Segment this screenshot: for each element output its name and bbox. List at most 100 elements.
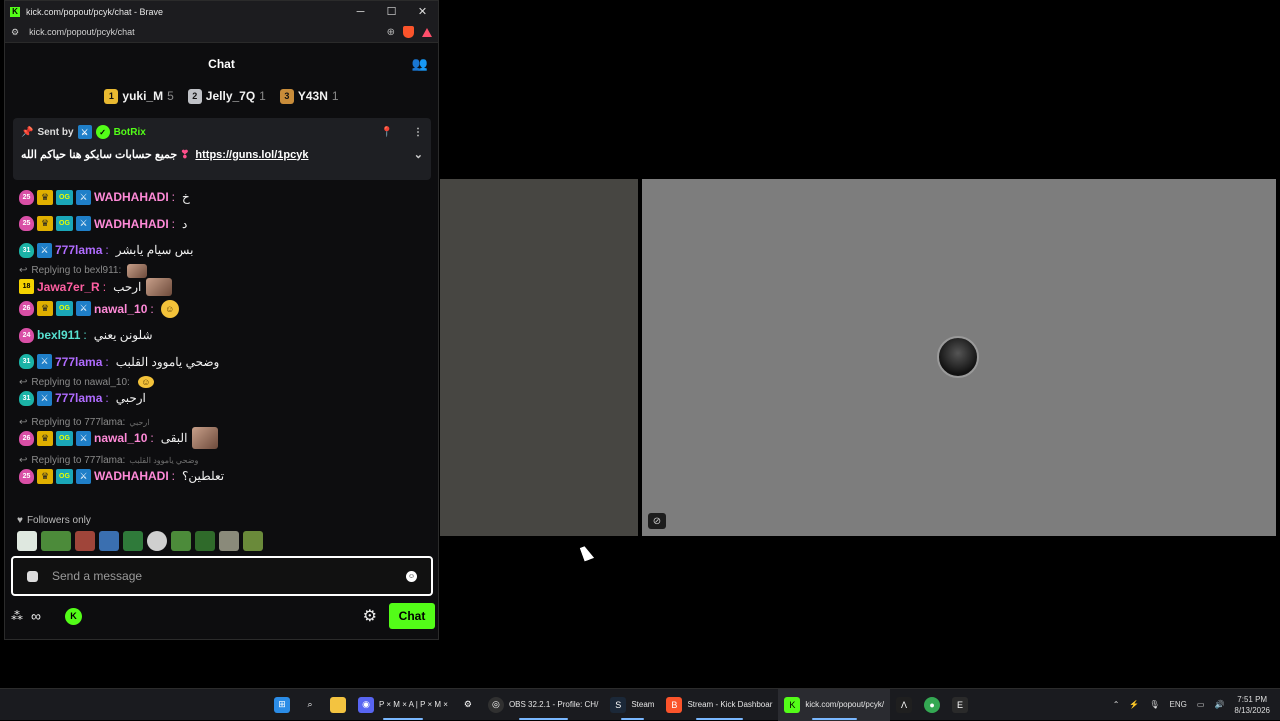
send-chat-button[interactable]: Chat [389,603,435,629]
shield-icon[interactable] [27,570,38,582]
taskbar-brave[interactable]: B Stream - Kick Dashboar [660,689,778,721]
kick-logo-icon[interactable]: K [64,607,82,625]
emote-button[interactable] [243,531,263,551]
leaderboard-entry[interactable]: 3 Y43N 1 [279,88,339,104]
volume-icon[interactable]: 🔊 [1214,700,1224,709]
brave-shields-icon[interactable] [403,26,414,38]
brave-rewards-icon[interactable] [422,27,432,37]
message-input[interactable]: Send a message ☺ [11,556,433,596]
username[interactable]: Jawa7er_R [37,280,100,294]
emote-button[interactable] [41,531,71,551]
taskbar-chrome[interactable]: ● [918,689,946,721]
chat-message[interactable]: 25 ♛ OG ⚔ WADHAHADI: خ [19,184,435,211]
unpin-icon[interactable]: 📍 [381,127,393,138]
chat-message[interactable]: 25 ♛ OG ⚔ WADHAHADI: تعلطين؟ [19,467,435,485]
minimize-button[interactable]: ─ [345,6,376,18]
kick-points-icon[interactable]: ⁂ [11,609,23,623]
username[interactable]: WADHAHADI [94,190,169,204]
gear-icon[interactable]: ⚙ [363,606,377,626]
message-text: وضحي ياموود القلبب [115,354,220,369]
emote-button[interactable] [75,531,95,551]
taskbar-app[interactable]: Λ [890,689,918,721]
username[interactable]: WADHAHADI [94,217,169,231]
taskbar-settings[interactable]: ⚙ [454,689,482,721]
emote-button[interactable] [17,531,37,551]
reply-context[interactable]: ↩ Replying to bexl911: [19,263,435,278]
address-bar[interactable]: ⚙ kick.com/popout/pcyk/chat ⊕ [5,22,438,43]
chat-message[interactable]: 26 ♛ OG ⚔ nawal_10: البقى [19,427,435,449]
taskbar-explorer[interactable] [324,689,352,721]
maximize-button[interactable]: ☐ [376,5,407,18]
network-icon[interactable]: ⚡ [1129,700,1139,709]
folder-icon [330,696,346,713]
chatters-icon[interactable]: 👥 [412,56,428,72]
chevron-up-icon[interactable]: ⌃ [1113,700,1120,709]
taskbar-kick[interactable]: Kkick.com/popout/pcyk/ [778,688,891,721]
emote-button[interactable] [219,531,239,551]
chat-message[interactable]: 24 bexl911: شلونن يعني [19,322,435,349]
reply-context[interactable]: ↩ Replying to 777lama: وضحي ياموود القلب… [19,453,435,467]
message-text: ارحبي [115,391,146,405]
reply-context[interactable]: ↩ Replying to nawal_10: ☺ [19,375,435,389]
message-placeholder[interactable]: Send a message [52,569,406,583]
emoji-picker-icon[interactable]: ☺ [406,570,417,582]
pin-icon: 📌 [21,126,34,138]
username[interactable]: bexl911 [37,328,80,342]
taskbar-steam[interactable]: S Steam [604,689,660,721]
chat-message[interactable]: 26 ♛ OG ⚔ nawal_10: ☺ [19,296,435,323]
chat-message[interactable]: 31 ⚔ 777lama: بس سيام يابشر [19,237,435,264]
username[interactable]: nawal_10 [94,431,147,445]
zoom-icon[interactable]: ⊕ [387,27,395,38]
leaderboard-entry[interactable]: 1 yuki_M 5 [104,88,174,104]
username[interactable]: 777lama [55,355,102,369]
start-button[interactable]: ⊞ [268,689,296,721]
leader-name: yuki_M [122,89,164,103]
subscriber-badge: 25 [19,189,34,205]
close-button[interactable]: ✕ [407,5,438,18]
taskbar: ⊞ ⌕ ◉ P × M × A | P × M × ⚙ ◎ OBS 32.2.1 -… [0,688,1280,721]
moderator-badge-icon: ⚔ [76,301,91,317]
url-text[interactable]: kick.com/popout/pcyk/chat [29,27,379,37]
chat-message[interactable]: 25 ♛ OG ⚔ WADHAHADI: د [19,211,435,238]
moderator-badge-icon: ⚔ [77,125,92,139]
emote-button[interactable] [99,531,119,551]
clock[interactable]: 7:51 PM 8/13/2026 [1234,694,1270,716]
leaderboard-entry[interactable]: 2 Jelly_7Q 1 [187,88,266,104]
site-settings-icon[interactable]: ⚙ [11,27,19,38]
username[interactable]: WADHAHADI [94,469,169,483]
pinned-link[interactable]: https://guns.lol/1pcyk [195,149,308,161]
taskbar-epic[interactable]: E [946,689,974,721]
emote-button[interactable] [123,531,143,551]
username[interactable]: 777lama [55,243,102,257]
microphone-icon[interactable]: 🎙 [1149,700,1159,709]
steam-icon: S [610,696,627,713]
leader-count: 1 [331,89,339,103]
chat-message[interactable]: 18 Jawa7er_R: ارحب [19,277,435,296]
pinned-sender[interactable]: BotRix [114,127,146,138]
crown-badge-icon: ♛ [37,301,53,317]
leader-name: Jelly_7Q [205,89,256,103]
taskbar-search[interactable]: ⌕ [296,689,324,721]
chat-message[interactable]: 31 ⚔ 777lama: وضحي ياموود القلبب [19,349,435,376]
reply-context[interactable]: ↩ Replying to 777lama: ارحبي [19,415,435,429]
taskbar-discord[interactable]: ◉ P × M × A | P × M × [352,689,454,721]
chevron-down-icon[interactable]: ⌄ [414,148,423,161]
reply-icon: ↩ [19,265,28,276]
video-tile-left[interactable] [440,179,638,536]
username[interactable]: 777lama [55,391,102,405]
emote-button[interactable] [147,531,167,551]
emote-button[interactable] [171,531,191,551]
mic-muted-icon[interactable]: ⊘ [648,513,666,529]
taskbar-obs[interactable]: ◎ OBS 32.2.1 - Profile: CH/ [482,689,604,721]
chat-message[interactable]: 31 ⚔ 777lama: ارحبي [19,389,435,407]
reply-icon: ↩ [19,454,28,466]
subscriber-badge: 24 [19,327,34,343]
emote-button[interactable] [195,531,215,551]
more-options-icon[interactable]: ⋮ [413,127,423,138]
language-indicator[interactable]: ENG [1170,700,1187,709]
emote-image [192,427,219,449]
message-text: ارحب [113,279,142,294]
taskbar-label: Stream - Kick Dashboar [687,700,773,709]
username[interactable]: nawal_10 [94,302,147,316]
display-icon[interactable]: ▭ [1197,700,1205,709]
